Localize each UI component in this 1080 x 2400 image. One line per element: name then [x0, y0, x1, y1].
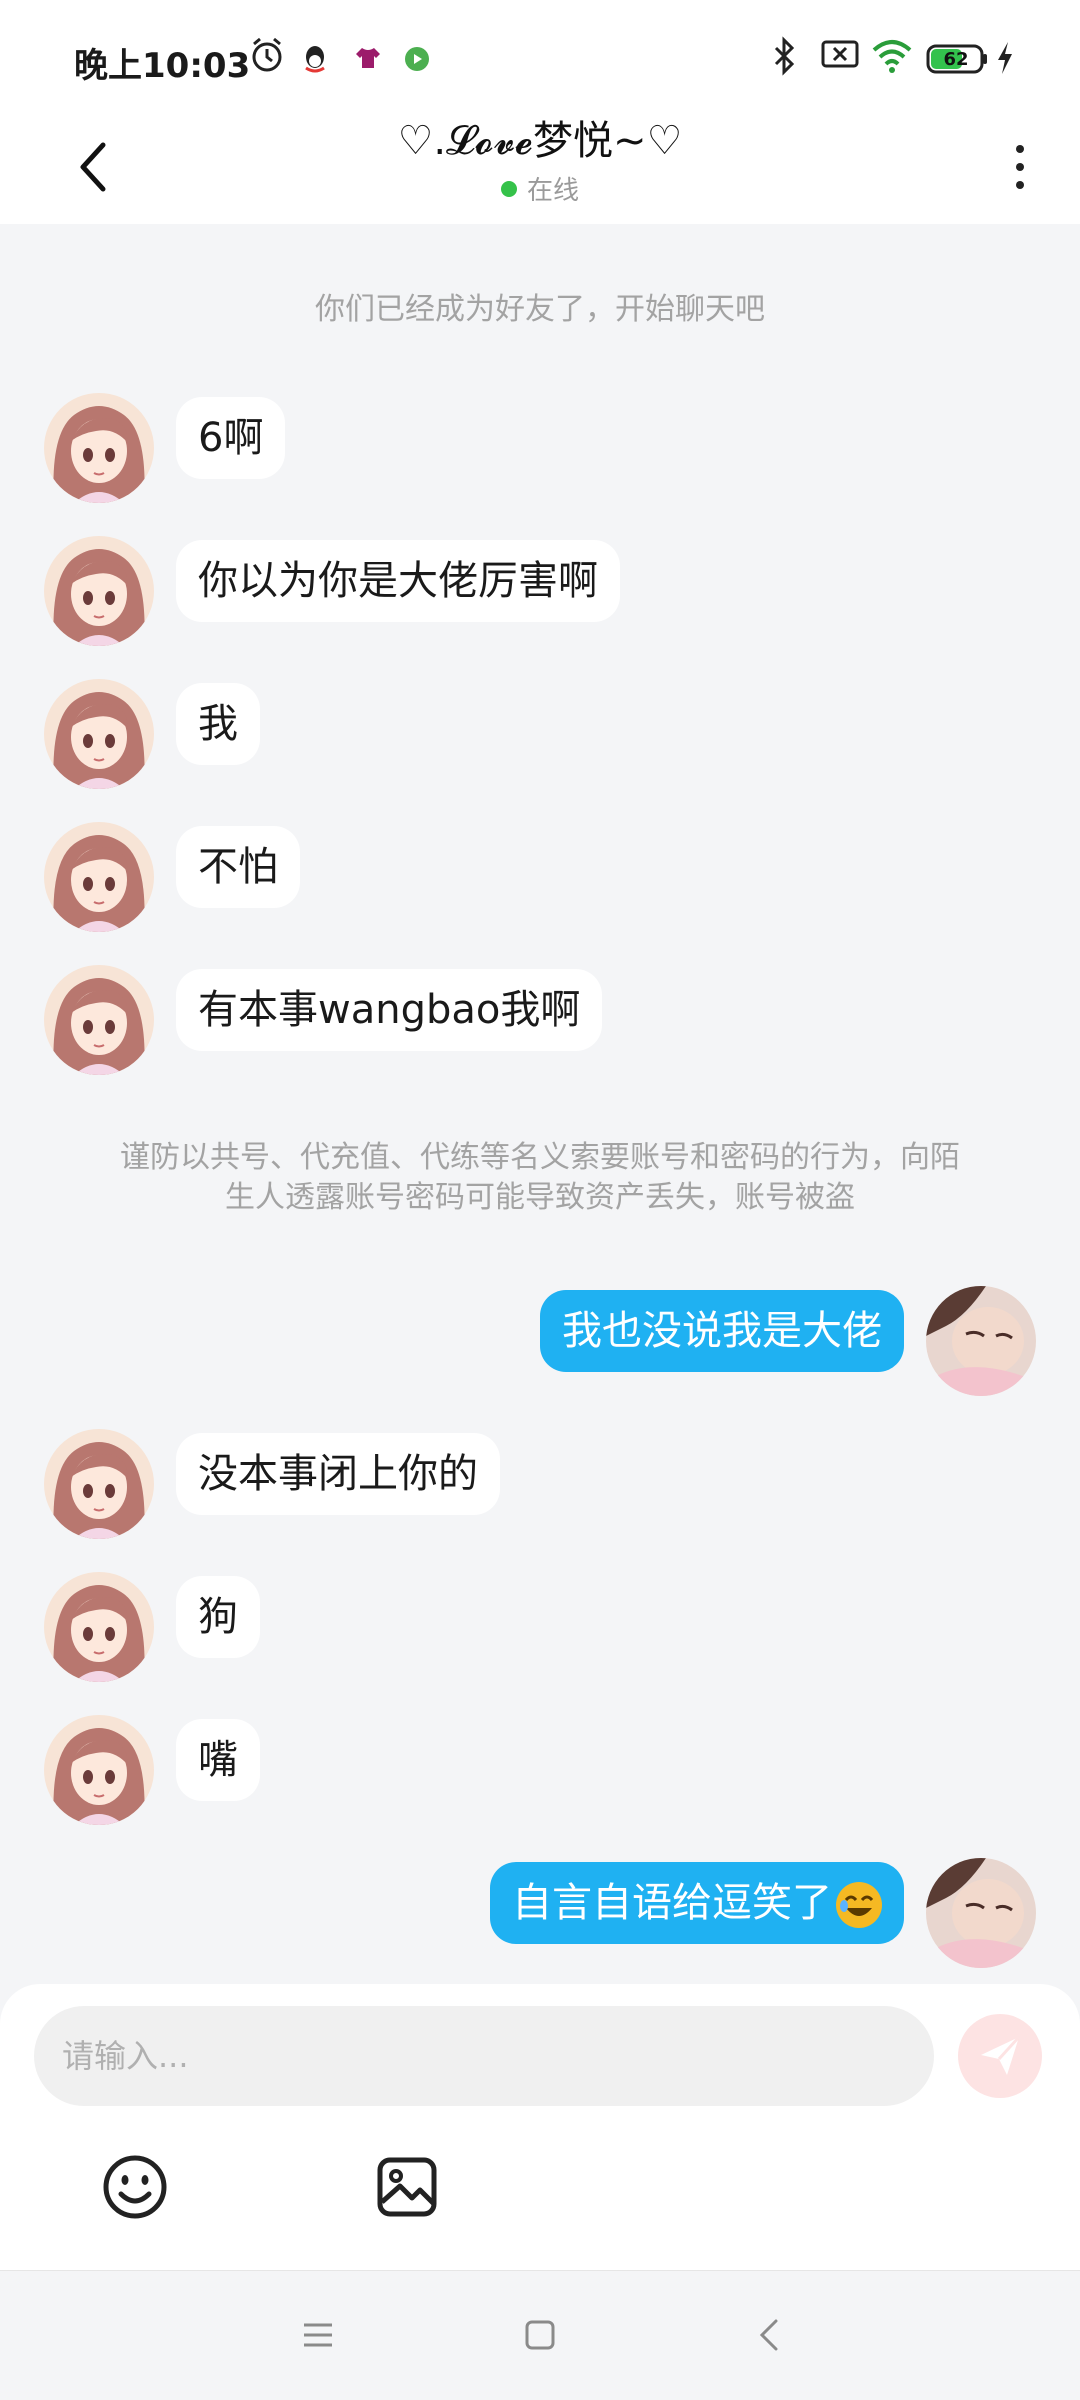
play-app-icon [405, 47, 429, 71]
bluetooth-icon [774, 36, 795, 76]
contact-avatar[interactable] [44, 1429, 154, 1539]
contact-name: ♡.𝓛𝓸𝓿𝓮梦悦~♡ [397, 118, 683, 164]
qq-icon [305, 46, 325, 73]
message-bubble[interactable]: 有本事wangbao我啊 [176, 969, 603, 1051]
incoming-message: 有本事wangbao我啊 [0, 965, 1080, 1075]
message-bubble[interactable]: 你以为你是大佬厉害啊 [176, 540, 620, 622]
message-text: 嘴 [198, 1737, 238, 1783]
message-bubble[interactable]: 没本事闭上你的 [176, 1433, 500, 1515]
incoming-message: 狗 [0, 1572, 1080, 1682]
contact-avatar[interactable] [44, 536, 154, 646]
message-text: 自言自语给逗笑了 [512, 1880, 832, 1926]
chat-header: ♡.𝓛𝓸𝓿𝓮梦悦~♡ 在线 [0, 118, 1080, 224]
contact-avatar[interactable] [44, 1572, 154, 1682]
user-avatar[interactable] [926, 1858, 1036, 1968]
more-options-button[interactable] [1000, 132, 1040, 202]
battery-icon: 62 [926, 44, 988, 74]
contact-avatar[interactable] [44, 822, 154, 932]
warning-line-1: 谨防以共号、代充值、代练等名义索要账号和密码的行为，向陌 [120, 1140, 960, 1175]
incoming-message: 嘴 [0, 1715, 1080, 1825]
message-text: 我 [198, 701, 238, 747]
input-panel [0, 1984, 1080, 2270]
message-bubble[interactable]: 狗 [176, 1576, 260, 1658]
home-icon[interactable] [520, 2315, 560, 2355]
message-text: 狗 [198, 1594, 238, 1640]
message-text: 6啊 [198, 415, 264, 461]
contact-avatar[interactable] [44, 393, 154, 503]
nav-back-icon[interactable] [750, 2315, 790, 2355]
rofl-emoji [836, 1882, 882, 1928]
message-bubble[interactable]: 自言自语给逗笑了 [490, 1862, 904, 1944]
alarm-icon [252, 37, 282, 72]
security-warning: 谨防以共号、代充值、代练等名义索要账号和密码的行为，向陌 生人透露账号密码可能导… [60, 1138, 1020, 1218]
warning-line-2: 生人透露账号密码可能导致资产丢失，账号被盗 [225, 1180, 855, 1215]
incoming-message: 你以为你是大佬厉害啊 [0, 536, 1080, 646]
message-text: 不怕 [198, 844, 278, 890]
message-bubble[interactable]: 我也没说我是大佬 [540, 1290, 904, 1372]
image-button[interactable] [372, 2152, 442, 2222]
incoming-message: 我 [0, 679, 1080, 789]
outgoing-message: 我也没说我是大佬 [0, 1286, 1080, 1396]
outgoing-message: 自言自语给逗笑了 [0, 1858, 1080, 1968]
send-button[interactable] [958, 2014, 1042, 2098]
wifi-icon [872, 40, 912, 73]
message-input[interactable] [34, 2006, 934, 2106]
message-bubble[interactable]: 不怕 [176, 826, 300, 908]
battery-level: 62 [943, 48, 969, 70]
emoji-icon [103, 2155, 167, 2219]
online-status-text: 在线 [526, 176, 579, 206]
message-bubble[interactable]: 我 [176, 683, 260, 765]
status-time: 晚上10:03 [74, 46, 251, 86]
shirt-icon [356, 48, 380, 68]
message-text: 有本事wangbao我啊 [198, 987, 581, 1033]
contact-avatar[interactable] [44, 679, 154, 789]
friend-added-notice: 你们已经成为好友了，开始聊天吧 [315, 292, 765, 327]
status-bar: 晚上10:03 62 [0, 0, 1080, 118]
charging-icon [998, 42, 1012, 74]
no-sim-icon [821, 40, 859, 68]
user-avatar[interactable] [926, 1286, 1036, 1396]
online-status: 在线 [0, 170, 1080, 207]
message-bubble[interactable]: 嘴 [176, 1719, 260, 1801]
contact-avatar[interactable] [44, 1715, 154, 1825]
incoming-message: 不怕 [0, 822, 1080, 932]
send-icon [981, 2035, 1021, 2075]
message-text: 没本事闭上你的 [198, 1451, 478, 1497]
incoming-message: 6啊 [0, 393, 1080, 503]
message-text: 你以为你是大佬厉害啊 [198, 558, 598, 604]
more-vertical-icon [1016, 145, 1024, 153]
message-bubble[interactable]: 6啊 [176, 397, 286, 479]
menu-icon[interactable] [298, 2315, 338, 2355]
image-icon [377, 2157, 437, 2217]
emoji-button[interactable] [100, 2152, 170, 2222]
contact-avatar[interactable] [44, 965, 154, 1075]
system-nav-bar [0, 2270, 1080, 2400]
online-dot [500, 180, 517, 197]
incoming-message: 没本事闭上你的 [0, 1429, 1080, 1539]
message-text: 我也没说我是大佬 [562, 1308, 882, 1354]
